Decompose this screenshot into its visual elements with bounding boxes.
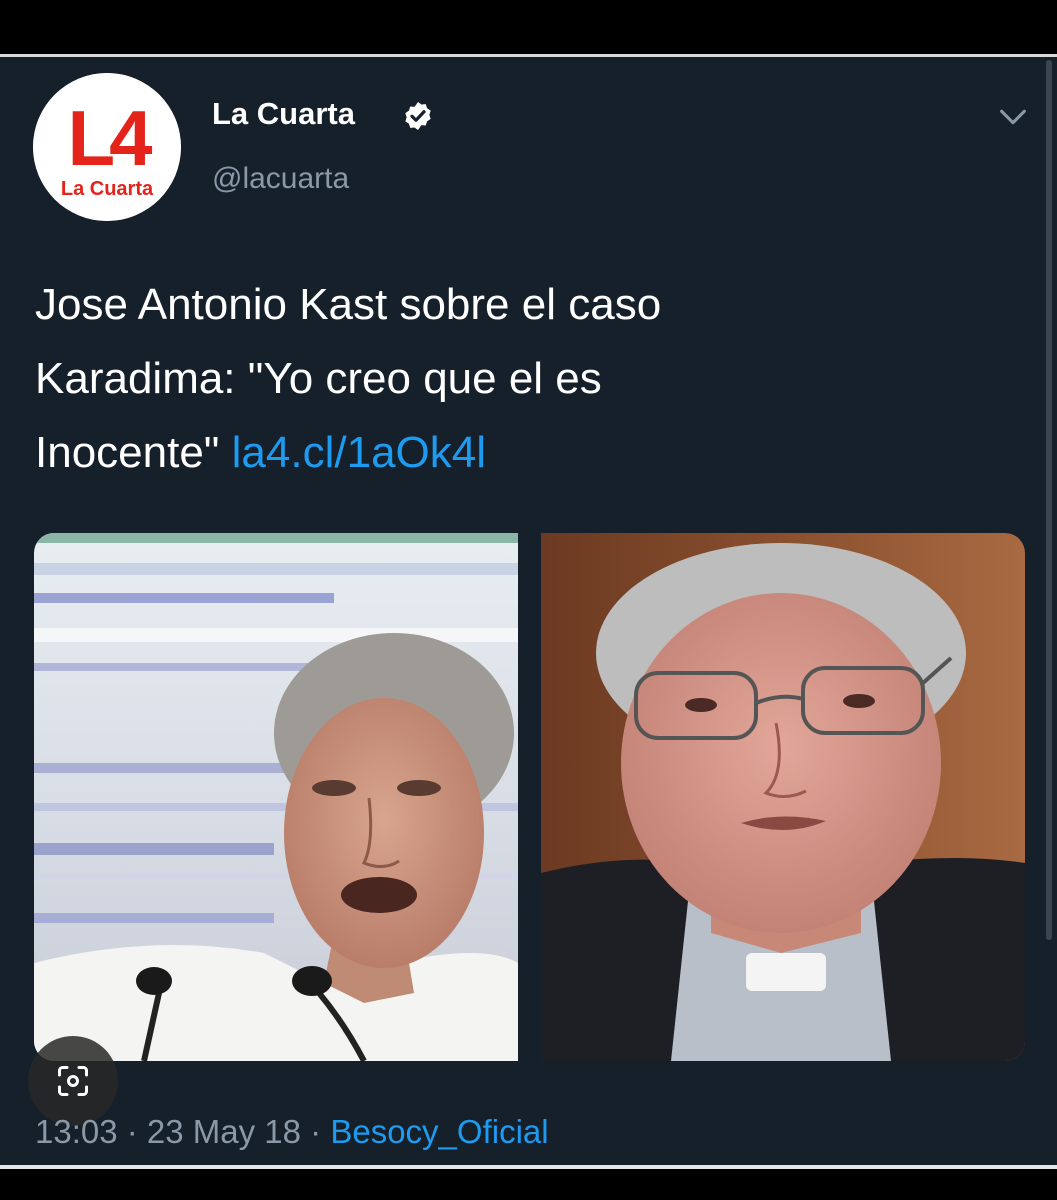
bottom-black-border [0, 1169, 1057, 1200]
avatar[interactable]: L4 La Cuarta [33, 73, 181, 221]
tweet-text-line-3-text: Inocente" [35, 428, 232, 477]
top-black-border [0, 0, 1057, 56]
tweet-text: Jose Antonio Kast sobre el caso Karadima… [35, 268, 1025, 490]
meta-separator-1: · [117, 1113, 147, 1150]
chevron-down-icon[interactable] [996, 100, 1030, 134]
media-photo-left[interactable] [34, 533, 518, 1061]
tweet-date[interactable]: 23 May 18 [147, 1113, 301, 1150]
meta-separator-2: · [301, 1113, 331, 1150]
scrollbar[interactable] [1046, 60, 1052, 940]
avatar-logo-caption: La Cuarta [61, 178, 154, 200]
handle[interactable]: @lacuarta [212, 162, 349, 196]
avatar-logo-text: L4 [67, 94, 152, 182]
verified-badge-icon [405, 102, 431, 130]
tweet-text-line-2: Karadima: "Yo creo que el es [35, 354, 602, 403]
display-name[interactable]: La Cuarta [212, 96, 355, 132]
tweet-link[interactable]: la4.cl/1aOk4l [232, 428, 486, 477]
tweet-meta: 13:03 · 23 May 18 · Besocy_Oficial [35, 1113, 549, 1151]
tweet-source[interactable]: Besocy_Oficial [330, 1113, 548, 1150]
tweet-text-line-1: Jose Antonio Kast sobre el caso [35, 280, 662, 329]
lens-search-icon [58, 1066, 88, 1096]
media-photo-right[interactable] [541, 533, 1025, 1061]
tweet-text-line-3: Inocente" la4.cl/1aOk4l [35, 416, 1025, 490]
tweet-time[interactable]: 13:03 [35, 1113, 118, 1150]
